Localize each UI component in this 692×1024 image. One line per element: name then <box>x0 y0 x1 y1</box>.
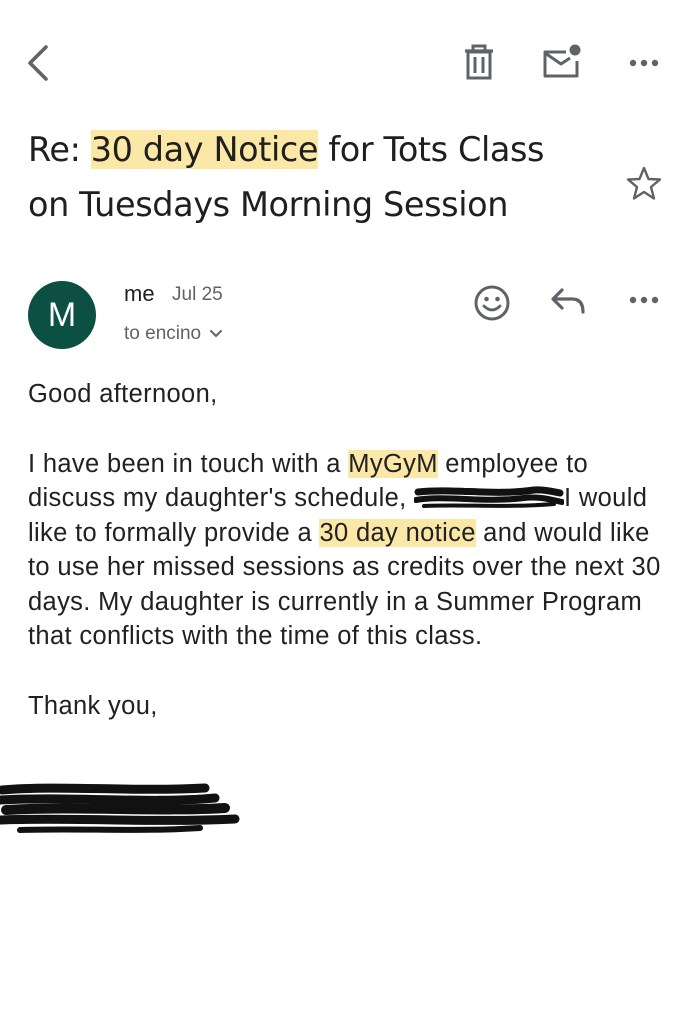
highlight-mygym: MyGyM <box>348 449 438 478</box>
greeting: Good afternoon, <box>28 380 218 408</box>
subject-highlight: 30 day Notice <box>90 130 319 169</box>
highlight-30-day-notice: 30 day notice <box>319 518 476 547</box>
emoji-reaction-icon[interactable] <box>470 281 514 325</box>
mark-unread-icon[interactable] <box>540 42 584 82</box>
back-arrow-icon[interactable] <box>20 40 60 86</box>
message-more-icon[interactable] <box>622 285 666 315</box>
star-icon[interactable] <box>622 164 666 204</box>
name-redaction <box>414 484 565 510</box>
reply-icon[interactable] <box>548 284 588 320</box>
subject-line1-rest: for Tots Class <box>318 130 545 169</box>
recipient-label: to encino <box>124 323 202 344</box>
subject-prefix: Re: <box>28 130 91 169</box>
chevron-down-icon <box>209 329 223 339</box>
body-text-1: I have been in touch with a <box>28 449 349 478</box>
signature-redaction <box>0 782 240 838</box>
body-paragraph: I have been in touch with a MyGyM employ… <box>28 447 678 654</box>
closing: Thank you, <box>28 691 158 720</box>
more-vertical-icon[interactable] <box>622 48 666 78</box>
subject-line2: on Tuesdays Morning Session <box>28 185 509 224</box>
trash-icon[interactable] <box>460 42 498 84</box>
email-subject: Re: 30 day Notice for Tots Class on Tuesd… <box>28 122 608 232</box>
recipient-details-toggle[interactable]: to encino <box>124 323 223 345</box>
avatar[interactable]: M <box>28 281 96 349</box>
sender-name: me <box>124 281 155 306</box>
email-body: Good afternoon, I have been in touch wit… <box>28 377 678 723</box>
sent-date: Jul 25 <box>172 284 223 305</box>
